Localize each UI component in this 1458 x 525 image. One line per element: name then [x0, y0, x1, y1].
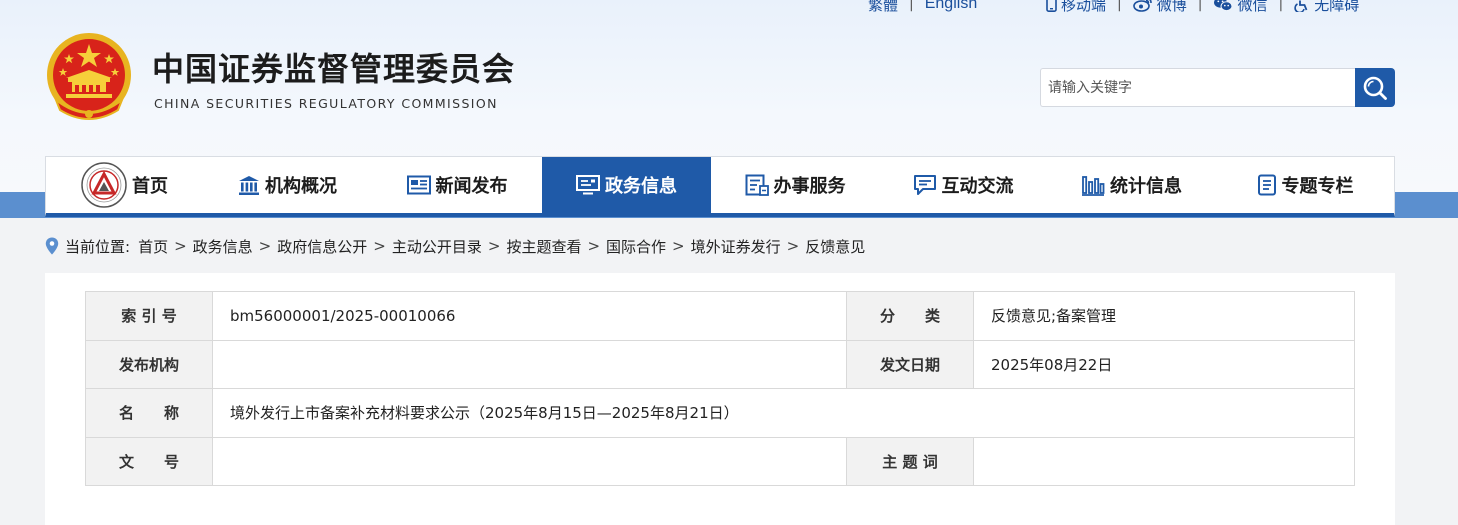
weibo-icon [1132, 0, 1153, 12]
issuer-value [212, 339, 847, 389]
accessibility-label: 无障碍 [1314, 0, 1360, 14]
weibo-link[interactable]: 微博 [1132, 0, 1187, 15]
separator: | [1278, 0, 1284, 12]
breadcrumb-disclosure-catalog[interactable]: 主动公开目录 [392, 236, 482, 257]
breadcrumb-prefix: 当前位置: [65, 237, 131, 256]
nav-label: 政务信息 [605, 176, 677, 197]
bar-chart-icon [1081, 174, 1105, 196]
nav-item-special-topics[interactable]: 专题专栏 [1216, 157, 1394, 213]
index-number-value: bm56000001/2025-00010066 [212, 291, 847, 341]
nav-label: 专题专栏 [1281, 176, 1354, 197]
nav-label: 互动交流 [941, 176, 1014, 197]
form-icon [745, 174, 769, 196]
table-row: 名 称 境外发行上市备案补充材料要求公示（2025年8月15日—2025年8月2… [85, 388, 1355, 438]
tool-links: 移动端 | 微博 | 微信 | 无障碍 [1046, 0, 1359, 14]
issuer-label: 发布机构 [85, 339, 213, 389]
nav-item-interaction[interactable]: 互动交流 [879, 157, 1047, 213]
mobile-link[interactable]: 移动端 [1046, 0, 1106, 15]
language-links: 繁體 | English [868, 0, 977, 14]
table-row: 发布机构 发文日期 2025年08月22日 [85, 339, 1355, 389]
nav-item-statistics[interactable]: 统计信息 [1047, 157, 1216, 213]
issue-date-value: 2025年08月22日 [973, 339, 1355, 389]
weibo-label: 微博 [1156, 0, 1187, 14]
wechat-icon [1213, 0, 1233, 12]
nav-item-services[interactable]: 办事服务 [711, 157, 879, 213]
accessibility-icon [1294, 0, 1310, 12]
nav-item-home[interactable]: 首页 [46, 157, 203, 213]
document-meta-table: 索 引 号 bm56000001/2025-00010066 分 类 反馈意见;… [85, 291, 1355, 486]
breadcrumb-separator: > [258, 237, 272, 255]
newspaper-icon [406, 175, 431, 195]
nav-item-news[interactable]: 新闻发布 [372, 157, 542, 213]
search-input[interactable] [1040, 68, 1356, 107]
index-number-label: 索 引 号 [85, 291, 213, 341]
nav-label: 统计信息 [1110, 176, 1182, 197]
mobile-icon [1046, 0, 1057, 12]
monitor-icon [576, 175, 600, 195]
search-button[interactable] [1355, 68, 1395, 107]
separator: | [1197, 0, 1203, 12]
table-row: 文 号 主 题 词 [85, 436, 1355, 486]
breadcrumb-government-info[interactable]: 政务信息 [193, 236, 253, 257]
breadcrumb-home[interactable]: 首页 [138, 236, 168, 257]
search-icon [1362, 75, 1388, 101]
table-row: 索 引 号 bm56000001/2025-00010066 分 类 反馈意见;… [85, 291, 1355, 341]
breadcrumb-overseas-issuance[interactable]: 境外证券发行 [691, 236, 781, 257]
doc-number-value [212, 436, 847, 486]
nav-label: 机构概况 [265, 176, 337, 197]
breadcrumb-feedback[interactable]: 反馈意见 [805, 236, 865, 257]
doc-title-label: 名 称 [85, 388, 213, 438]
breadcrumb-separator: > [587, 237, 601, 255]
breadcrumb-separator: > [786, 237, 800, 255]
content-card: 索 引 号 bm56000001/2025-00010066 分 类 反馈意见;… [45, 273, 1395, 525]
site-subtitle: CHINA SECURITIES REGULATORY COMMISSION [154, 96, 498, 111]
document-icon [1257, 174, 1277, 196]
separator: | [1117, 0, 1122, 12]
issue-date-label: 发文日期 [846, 339, 974, 389]
breadcrumb-international[interactable]: 国际合作 [606, 236, 666, 257]
keywords-label: 主 题 词 [846, 436, 974, 486]
breadcrumb-separator: > [174, 237, 187, 255]
breadcrumb-separator: > [672, 237, 685, 255]
wechat-link[interactable]: 微信 [1213, 0, 1267, 15]
main-nav: 首页 机构概况 新闻发布 政务信息 办事服务 互动交流 统计信息 专题专栏 [45, 156, 1395, 217]
breadcrumb-separator: > [373, 237, 386, 255]
breadcrumb-separator: > [487, 237, 501, 255]
chat-icon [913, 174, 937, 196]
accessibility-link[interactable]: 无障碍 [1294, 0, 1359, 15]
breadcrumb: 当前位置: 首页 > 政务信息 > 政府信息公开 > 主动公开目录 > 按主题查… [45, 236, 865, 256]
location-pin-icon [45, 237, 59, 255]
breadcrumb-info-disclosure[interactable]: 政府信息公开 [277, 236, 367, 257]
nav-item-about[interactable]: 机构概况 [203, 157, 372, 213]
doc-title-value: 境外发行上市备案补充材料要求公示（2025年8月15日—2025年8月21日） [212, 388, 1355, 438]
building-icon [238, 174, 260, 196]
nav-item-government-info[interactable]: 政务信息 [542, 157, 711, 213]
separator: | [909, 0, 914, 12]
national-emblem-logo[interactable] [44, 30, 134, 124]
category-label: 分 类 [846, 291, 974, 341]
csrc-badge-icon [81, 162, 127, 208]
nav-label: 首页 [132, 176, 168, 197]
site-title[interactable]: 中国证券监督管理委员会 [152, 44, 515, 90]
mobile-label: 移动端 [1061, 0, 1107, 14]
doc-number-label: 文 号 [85, 436, 213, 486]
category-value: 反馈意见;备案管理 [973, 291, 1355, 341]
wechat-label: 微信 [1237, 0, 1268, 14]
traditional-chinese-link[interactable]: 繁體 [868, 0, 898, 15]
english-link[interactable]: English [925, 0, 977, 13]
nav-label: 办事服务 [773, 176, 846, 197]
nav-label: 新闻发布 [435, 176, 508, 197]
breadcrumb-by-topic[interactable]: 按主题查看 [506, 236, 581, 257]
keywords-value [973, 436, 1355, 486]
